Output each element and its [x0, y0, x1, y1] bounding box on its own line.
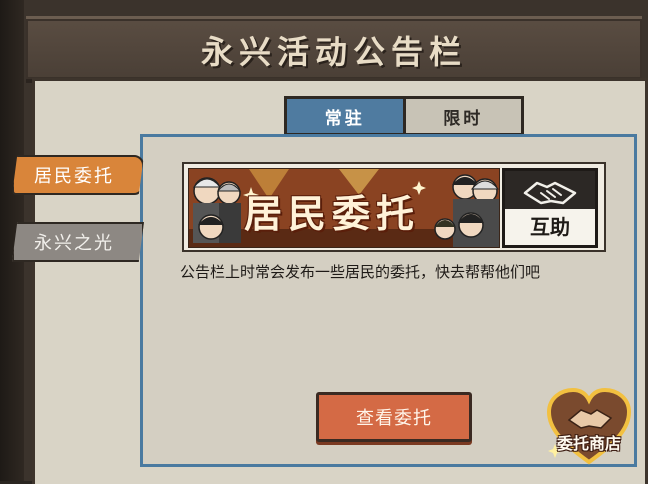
title-bar: 永兴活动公告栏: [26, 16, 642, 83]
mutual-help-badge: 互助: [502, 168, 598, 248]
request-shop-label: 委托商店: [556, 434, 621, 453]
mutual-help-label: 互助: [530, 215, 570, 239]
banner-artwork: 居民委托: [188, 168, 500, 248]
page-title: 永兴活动公告栏: [200, 33, 467, 71]
handshake-icon: [523, 181, 577, 205]
tab-permanent[interactable]: 常驻: [287, 99, 406, 133]
tab-bar: 常驻 限时: [284, 96, 524, 136]
banner-title: 居民委托: [244, 191, 421, 236]
handshake-icon-bg: [505, 171, 595, 209]
sidebar-item-resident-requests[interactable]: 居民委托: [12, 155, 144, 195]
sidebar-item-yongxing-light[interactable]: 永兴之光: [12, 222, 144, 262]
event-banner[interactable]: 居民委托 互助: [182, 162, 606, 252]
heart-handshake-icon: [546, 387, 632, 465]
view-requests-button[interactable]: 查看委托: [316, 392, 472, 442]
request-shop-button[interactable]: 委托商店: [541, 384, 637, 472]
tab-limited[interactable]: 限时: [405, 99, 521, 133]
event-description: 公告栏上时常会发布一些居民的委托，快去帮帮他们吧: [180, 263, 541, 281]
